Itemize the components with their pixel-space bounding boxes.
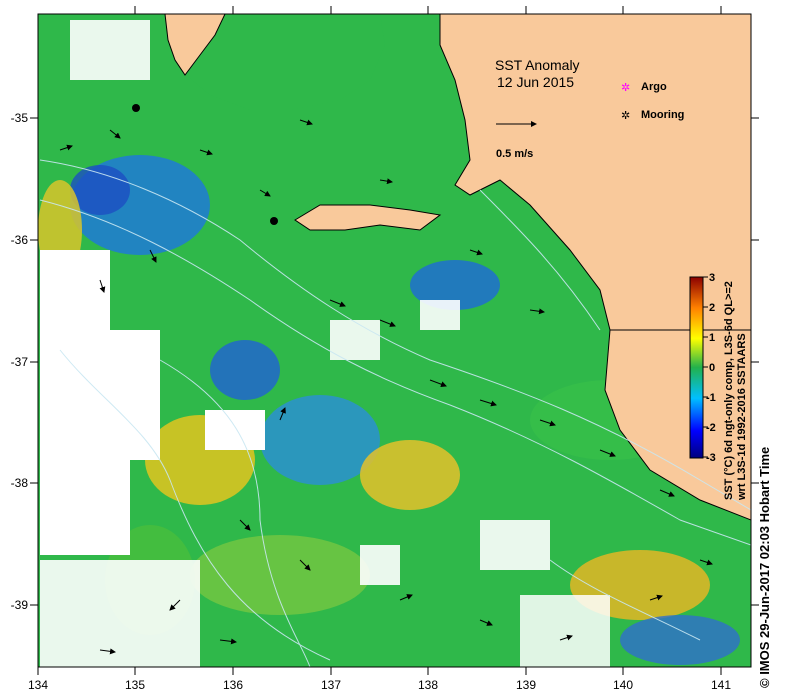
x-tick-label: 139 <box>516 678 536 692</box>
y-tick-label: -38 <box>11 476 29 490</box>
x-tick-label: 135 <box>125 678 145 692</box>
x-tick-label: 140 <box>613 678 633 692</box>
x-tick-label: 138 <box>418 678 438 692</box>
legend-label-mooring: Mooring <box>641 109 684 121</box>
colorbar-tick: -1 <box>706 392 716 404</box>
colorbar <box>689 276 704 459</box>
map-date: 12 Jun 2015 <box>497 74 574 90</box>
imos-credit: © IMOS 29-Jun-2017 02:03 Hobart Time <box>757 446 772 688</box>
x-tick-label: 141 <box>711 678 731 692</box>
mooring-marker <box>132 104 140 112</box>
colorbar-caption-line1: SST (°C) 6d ngt-only comp, L3S-6d QL>=2 <box>723 281 735 500</box>
map-title: SST Anomaly <box>495 57 580 73</box>
colorbar-caption: SST (°C) 6d ngt-only comp, L3S-6d QL>=2 … <box>723 281 749 500</box>
y-tick-label: -37 <box>11 355 29 369</box>
legend-label-argo: Argo <box>641 81 667 93</box>
colorbar-caption-line2: wrt L3S-1d 1992-2016 SSTAARS <box>736 333 748 500</box>
y-tick-label: -39 <box>11 598 29 612</box>
sst-anomaly-map: 134 135 136 137 138 139 140 141 -35 -36 … <box>11 6 759 692</box>
colorbar-tick: 1 <box>709 332 715 344</box>
colorbar-tick: 3 <box>709 272 715 284</box>
colorbar-tick: 0 <box>709 362 715 374</box>
x-tick-label: 137 <box>321 678 341 692</box>
colorbar-tick: -3 <box>706 452 716 464</box>
y-tick-label: -36 <box>11 233 29 247</box>
x-tick-label: 134 <box>28 678 48 692</box>
mooring-star-icon: ✲ <box>621 110 630 122</box>
argo-star-icon: ✲ <box>621 82 630 94</box>
velocity-scale-label: 0.5 m/s <box>496 148 533 160</box>
y-tick-label: -35 <box>11 111 29 125</box>
colorbar-tick: -2 <box>706 422 716 434</box>
mooring-marker <box>270 217 278 225</box>
x-tick-label: 136 <box>223 678 243 692</box>
colorbar-tick: 2 <box>709 302 715 314</box>
